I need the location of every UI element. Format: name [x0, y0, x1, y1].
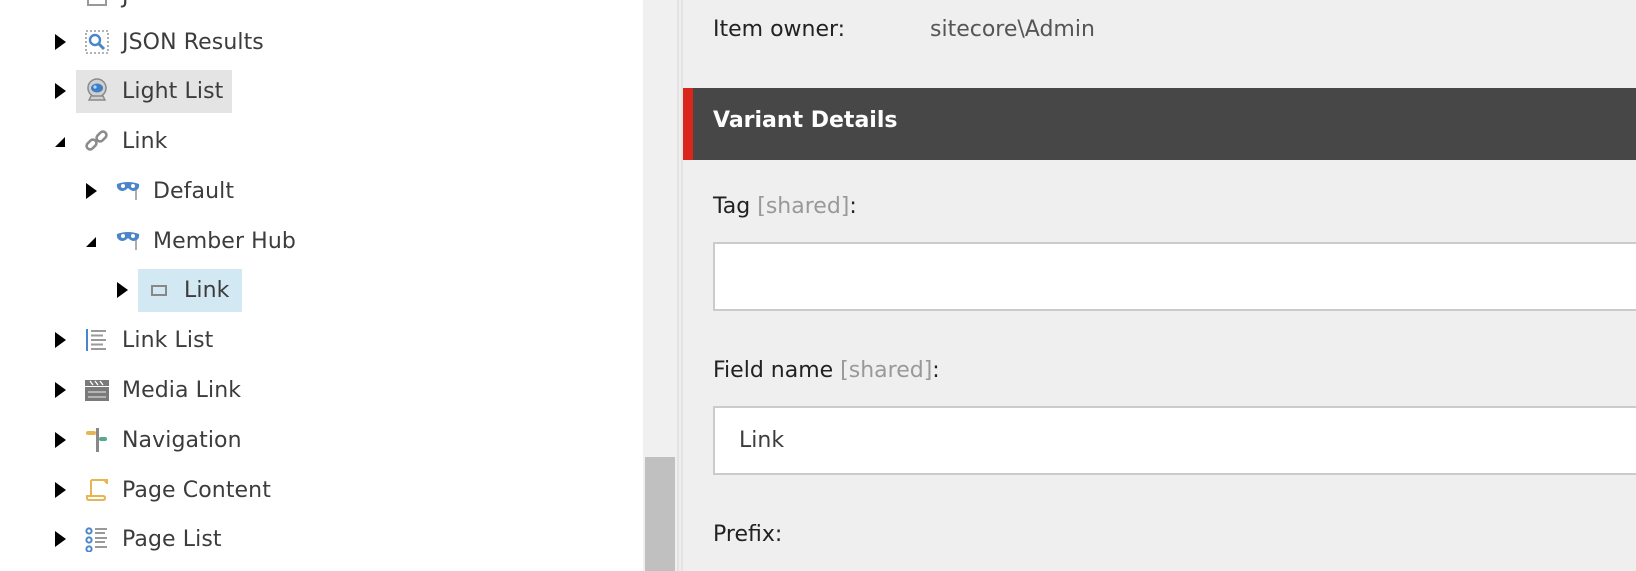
- field-label-suffix: :: [932, 358, 940, 383]
- section-header-variant-details[interactable]: Variant Details: [683, 88, 1636, 160]
- item-editor: Item owner: sitecore\Admin Variant Detai…: [683, 0, 1636, 571]
- tree-item-label: JSON Results: [122, 29, 264, 55]
- tree-node: J: [76, 0, 139, 18]
- field-label-text: Tag: [713, 194, 751, 219]
- tree-item-label: J: [122, 0, 129, 9]
- content-editor: J JSON Results Light List: [0, 0, 1636, 571]
- item-owner-label: Item owner:: [713, 17, 846, 42]
- chain-link-icon: [84, 128, 110, 154]
- tree-item-label: Navigation: [122, 427, 242, 453]
- tree-item-label: Page Content: [122, 477, 271, 503]
- tree-item-label: Media Link: [122, 377, 242, 403]
- tree-item-partial[interactable]: J: [52, 0, 139, 18]
- tree-item-json-results[interactable]: JSON Results: [52, 20, 274, 64]
- mask-icon: [115, 228, 141, 254]
- tree-item-link-list[interactable]: Link List: [52, 318, 223, 362]
- expand-toggle[interactable]: [52, 382, 68, 398]
- tree-node[interactable]: Default: [107, 170, 244, 213]
- tree-item-light-list[interactable]: Light List: [52, 69, 232, 113]
- clapperboard-icon: [84, 377, 110, 403]
- prefix-field-label: Prefix:: [713, 522, 783, 547]
- tree-node[interactable]: Navigation: [76, 419, 252, 462]
- item-owner-value: sitecore\Admin: [930, 17, 1095, 42]
- tag-field-label: Tag [shared]:: [713, 194, 857, 219]
- tree-node[interactable]: Page Content: [76, 469, 281, 512]
- tree-node[interactable]: Media Link: [76, 369, 251, 412]
- collapse-toggle[interactable]: [83, 233, 99, 249]
- bullet-list-icon: [84, 526, 110, 552]
- tree-item-label: Default: [153, 178, 235, 204]
- tree-item-label: Link List: [122, 327, 214, 353]
- scroll-icon: [84, 477, 110, 503]
- tree-node[interactable]: Light List: [76, 69, 232, 113]
- section-accent-bar: [683, 88, 693, 160]
- tree-item-link[interactable]: Link: [52, 119, 177, 163]
- tree-item-default[interactable]: Default: [83, 169, 244, 213]
- expand-toggle[interactable]: [52, 332, 68, 348]
- tree-node[interactable]: Member Hub: [107, 220, 306, 263]
- signpost-icon: [84, 427, 110, 453]
- tree-item-media-link[interactable]: Media Link: [52, 368, 251, 412]
- tree-item-label: Page List: [122, 526, 222, 552]
- tree-item-navigation[interactable]: Navigation: [52, 418, 252, 462]
- collapse-toggle[interactable]: [52, 133, 68, 149]
- field-label-suffix: :: [849, 194, 857, 219]
- section-title: Variant Details: [713, 108, 898, 133]
- field-label-text: Field name: [713, 358, 834, 383]
- tree-node[interactable]: Page List: [76, 518, 232, 561]
- tree-item-link-selected[interactable]: Link: [114, 268, 242, 312]
- expand-toggle[interactable]: [52, 0, 68, 4]
- tree-item-page-content[interactable]: Page Content: [52, 468, 281, 512]
- content-tree: J JSON Results Light List: [0, 0, 645, 571]
- expand-toggle[interactable]: [52, 482, 68, 498]
- tree-item-label: Link: [184, 277, 230, 303]
- tree-item-page-list[interactable]: Page List: [52, 517, 232, 561]
- tree-node[interactable]: JSON Results: [76, 21, 274, 64]
- webcam-icon: [84, 78, 110, 104]
- shared-badge: [shared]: [757, 194, 850, 219]
- expand-toggle[interactable]: [52, 34, 68, 50]
- expand-toggle[interactable]: [52, 531, 68, 547]
- field-name-input[interactable]: [713, 406, 1636, 475]
- rectangle-icon: [146, 277, 172, 303]
- list-lines-icon: [84, 327, 110, 353]
- document-icon: [84, 0, 110, 9]
- json-results-icon: [84, 29, 110, 55]
- tree-scrollbar-thumb[interactable]: [645, 457, 675, 571]
- expand-toggle[interactable]: [52, 83, 68, 99]
- tree-node[interactable]: Link: [76, 120, 177, 163]
- tag-input[interactable]: [713, 242, 1636, 311]
- tree-item-label: Light List: [122, 78, 224, 104]
- tree-item-member-hub[interactable]: Member Hub: [83, 219, 306, 263]
- tree-item-label: Member Hub: [153, 228, 296, 254]
- tree-node[interactable]: Link List: [76, 319, 223, 362]
- shared-badge: [shared]: [840, 358, 933, 383]
- item-owner-row: Item owner: sitecore\Admin: [713, 17, 1095, 42]
- mask-icon: [115, 178, 141, 204]
- expand-toggle[interactable]: [83, 183, 99, 199]
- tree-node[interactable]: Link: [138, 268, 242, 312]
- expand-toggle[interactable]: [52, 432, 68, 448]
- tree-item-label: Link: [122, 128, 168, 154]
- field-name-label: Field name [shared]:: [713, 358, 940, 383]
- expand-toggle[interactable]: [114, 282, 130, 298]
